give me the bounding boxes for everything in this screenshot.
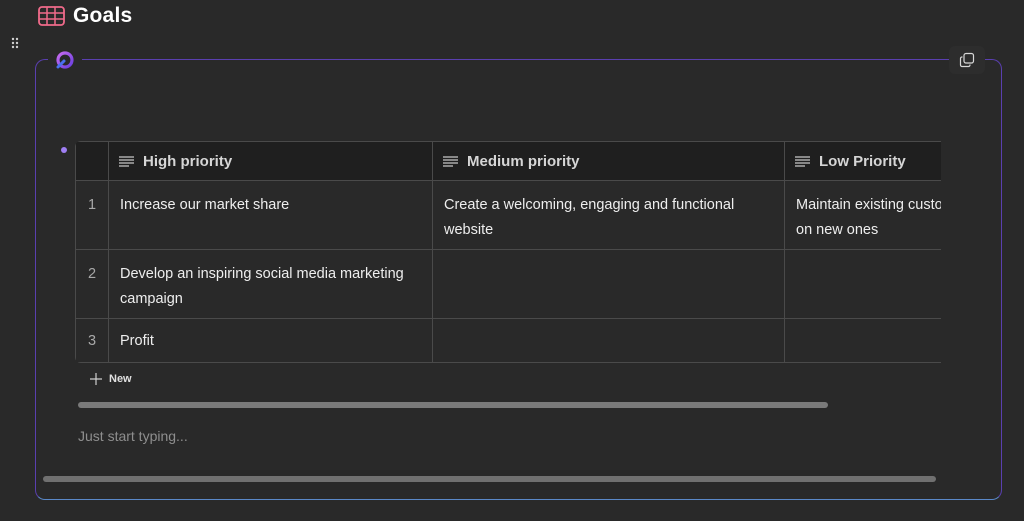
column-header-high[interactable]: High priority [108,141,433,181]
block-bullet [61,147,67,153]
page-title[interactable]: Goals [73,4,132,28]
column-header-low[interactable]: Low Priority [784,141,941,181]
loop-logo-icon[interactable] [55,51,74,70]
row-number: 2 [75,249,109,319]
add-row-button[interactable]: New [89,371,132,387]
loop-page: Goals High priority Medium priority Low … [0,0,1024,521]
text-lines-icon [443,155,458,167]
table-cell[interactable] [784,318,941,363]
column-label: Low Priority [819,152,906,170]
page-header: Goals [38,3,132,29]
table-header-row: High priority Medium priority Low Priori… [75,141,941,181]
plus-icon [90,373,102,385]
table-cell[interactable] [432,318,785,363]
table-cell[interactable] [432,249,785,319]
add-row-label: New [109,373,132,385]
table-cell[interactable]: Maintain existing custo on new ones [784,180,941,250]
column-header-medium[interactable]: Medium priority [432,141,785,181]
text-lines-icon [795,155,810,167]
row-number-header [75,141,109,181]
table-cell[interactable]: Create a welcoming, engaging and functio… [432,180,785,250]
card-horizontal-scrollbar[interactable] [43,476,936,482]
table-cell[interactable]: Profit [108,318,433,363]
drag-handle-icon[interactable] [11,37,19,49]
table-cell[interactable]: Develop an inspiring social media market… [108,249,433,319]
copy-icon [959,52,975,68]
goals-table: High priority Medium priority Low Priori… [75,141,941,363]
text-lines-icon [119,155,134,167]
cell-text: Maintain existing custo [796,197,941,213]
table-row: 2 Develop an inspiring social media mark… [75,249,941,319]
row-number: 1 [75,180,109,250]
table-row: 3 Profit [75,318,941,363]
table-horizontal-scrollbar[interactable] [78,402,828,408]
column-label: High priority [143,152,233,170]
table-row: 1 Increase our market share Create a wel… [75,180,941,250]
row-number: 3 [75,318,109,363]
column-label: Medium priority [467,152,580,170]
copy-component-button[interactable] [949,46,985,74]
table-grid-icon [38,6,65,26]
table-cell[interactable] [784,249,941,319]
editor-placeholder[interactable]: Just start typing... [78,428,188,444]
cell-text: on new ones [796,222,879,238]
table-cell[interactable]: Increase our market share [108,180,433,250]
